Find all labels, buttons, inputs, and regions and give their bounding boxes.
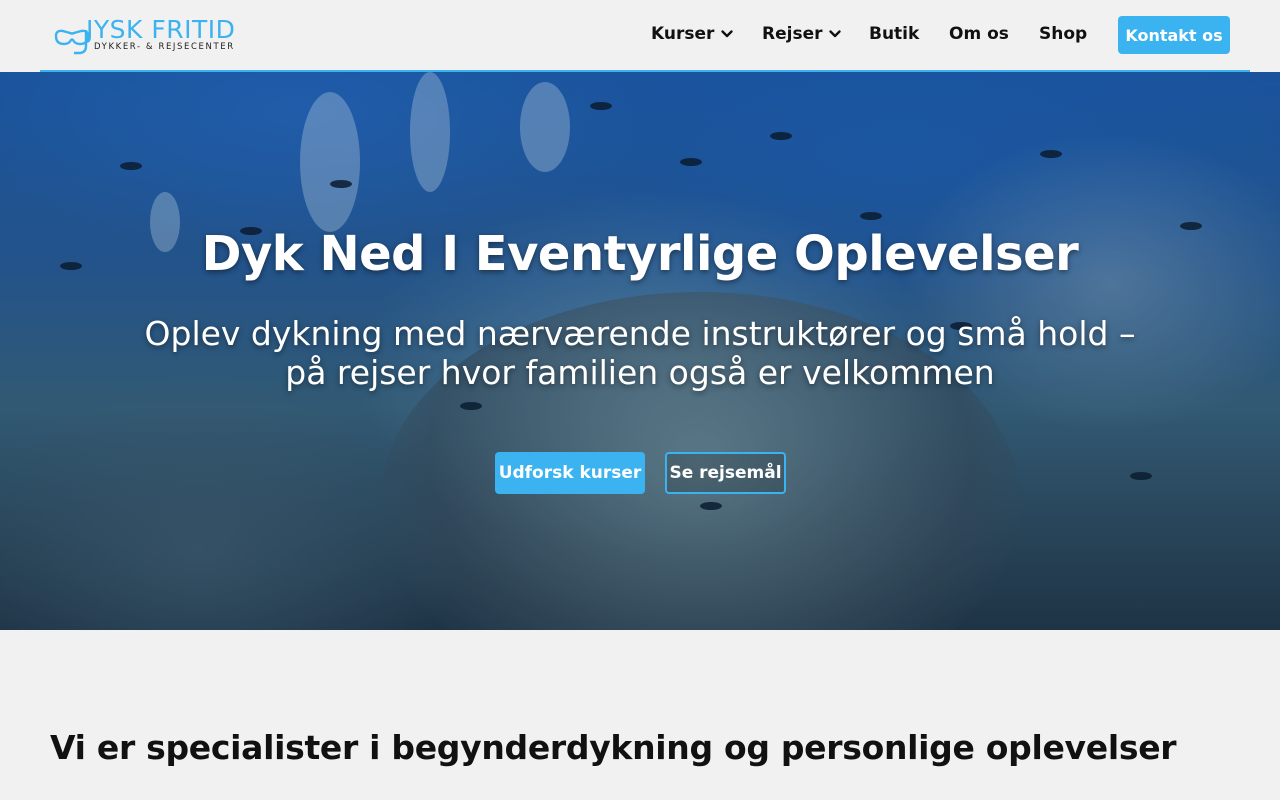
nav-item-kurser[interactable]: Kurser — [651, 24, 734, 44]
nav-item-label: Rejser — [762, 24, 823, 44]
brand-tagline: DYKKER- & REJSECENTER — [94, 42, 235, 52]
see-destinations-button[interactable]: Se rejsemål — [665, 452, 786, 494]
brand-name: JYSK FRITID — [86, 15, 236, 44]
intro-heading: Vi er specialister i begynderdykning og … — [50, 728, 1177, 767]
brand-logo[interactable]: JYSK FRITID DYKKER- & REJSECENTER — [52, 14, 252, 58]
nav-item-label: Shop — [1039, 24, 1088, 44]
nav-item-butik[interactable]: Butik — [869, 24, 919, 44]
header-divider — [40, 70, 1250, 72]
contact-button[interactable]: Kontakt os — [1118, 16, 1230, 54]
nav-item-shop[interactable]: Shop — [1039, 24, 1087, 44]
nav-item-om-os[interactable]: Om os — [949, 24, 1009, 44]
nav-item-label: Butik — [869, 24, 920, 44]
nav-item-label: Kurser — [651, 24, 715, 44]
chevron-down-icon — [721, 30, 734, 38]
hero-section: Dyk Ned I Eventyrlige Oplevelser Oplev d… — [0, 72, 1280, 630]
nav-item-label: Om os — [949, 24, 1009, 44]
nav-item-rejser[interactable]: Rejser — [762, 24, 842, 44]
site-header: JYSK FRITID DYKKER- & REJSECENTER Kurser… — [0, 0, 1280, 72]
hero-subtitle: Oplev dykning med nærværende instruktøre… — [144, 314, 1136, 392]
chevron-down-icon — [829, 30, 842, 38]
hero-title: Dyk Ned I Eventyrlige Oplevelser — [201, 226, 1079, 282]
explore-courses-button[interactable]: Udforsk kurser — [495, 452, 645, 494]
